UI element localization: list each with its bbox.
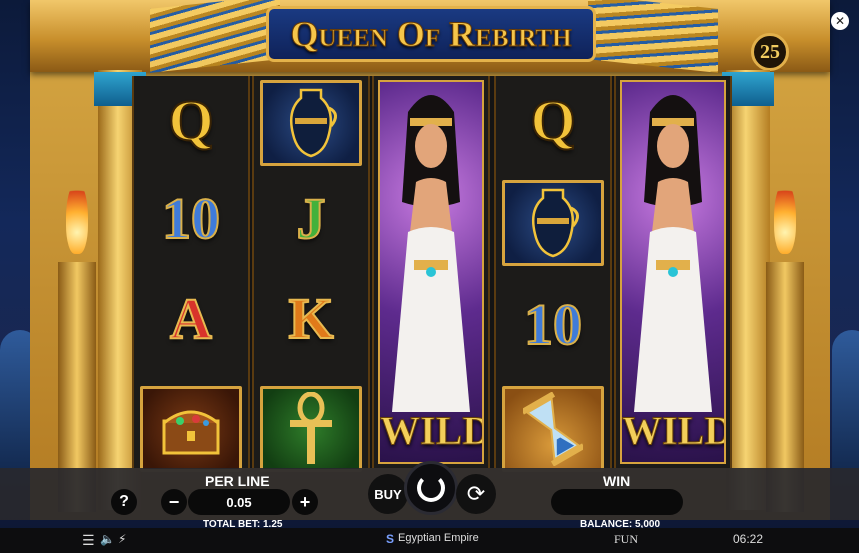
symbol-a: A xyxy=(169,286,213,351)
wild-queen-symbol: WILD xyxy=(378,80,484,464)
brand-name: Egyptian Empire xyxy=(398,532,479,544)
game-title: Queen Of Rebirth xyxy=(290,14,572,55)
reel-3: WILD xyxy=(372,76,490,468)
buy-feature-button[interactable]: BUY xyxy=(368,474,408,514)
turbo-icon[interactable]: ⚡ xyxy=(118,532,126,546)
treasure-chest-icon xyxy=(140,386,242,472)
clock: 06:22 xyxy=(733,532,764,546)
bottom-bar: ☰ 🔈 ⚡ S Egyptian Empire FUN 06:22 xyxy=(0,528,859,553)
spin-button[interactable] xyxy=(404,461,458,515)
sound-icon[interactable]: 🔈 xyxy=(100,532,115,546)
right-pillar xyxy=(726,70,770,510)
reel-4: Q 10 xyxy=(494,76,612,472)
lines-count-badge: 25 xyxy=(751,33,789,71)
menu-icon[interactable]: ☰ xyxy=(82,532,95,549)
brand-logo-icon: S xyxy=(386,532,395,546)
symbol-10: 10 xyxy=(523,292,583,357)
reel-5: WILD xyxy=(614,76,732,468)
per-line-value: 0.05 xyxy=(188,489,290,515)
autoplay-button[interactable]: ⟳ xyxy=(456,474,496,514)
wild-label: WILD xyxy=(622,408,726,454)
hourglass-icon xyxy=(502,386,604,472)
wild-queen-symbol: WILD xyxy=(620,80,726,464)
game-title-plate: Queen Of Rebirth xyxy=(266,6,596,62)
decrease-bet-button[interactable]: − xyxy=(161,489,187,515)
mode-label: FUN xyxy=(614,532,639,546)
increase-bet-button[interactable]: + xyxy=(292,489,318,515)
win-label: WIN xyxy=(603,473,631,489)
vase-icon xyxy=(260,80,362,166)
reel-1: Q 10 A xyxy=(132,76,250,472)
autoplay-icon: ⟳ xyxy=(466,481,486,506)
per-line-label: PER LINE xyxy=(205,473,270,489)
symbol-j: J xyxy=(296,186,327,251)
vase-icon xyxy=(502,180,604,266)
spin-icon xyxy=(417,474,445,502)
close-icon[interactable]: ✕ xyxy=(831,12,849,30)
win-value-field xyxy=(551,489,683,515)
symbol-k: K xyxy=(287,286,334,351)
wild-label: WILD xyxy=(380,408,484,454)
right-torch-flame-icon xyxy=(774,182,796,254)
ankh-icon xyxy=(260,386,362,472)
sphinx-statue-right xyxy=(832,330,859,490)
reel-2: J K xyxy=(252,76,370,472)
left-torch-flame-icon xyxy=(66,182,88,254)
symbol-q: Q xyxy=(529,88,576,153)
symbol-10: 10 xyxy=(161,186,221,251)
symbol-q: Q xyxy=(167,88,214,153)
help-button[interactable]: ? xyxy=(111,489,137,515)
